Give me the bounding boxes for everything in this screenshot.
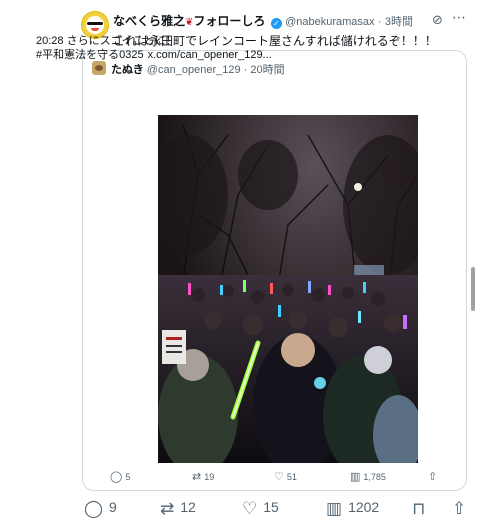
hashtag[interactable]: #平和憲法を守る0325 [36,49,144,61]
quoted-post-time: 20時間 [250,64,285,76]
repost-count: 12 [180,499,196,515]
views-icon: ▥ [350,471,361,483]
quoted-share-button[interactable]: ⇧ [428,470,440,483]
quoted-post-header: たぬき @can_opener_129 · 20時間 [111,61,285,77]
more-icon[interactable]: ⋯ [452,9,467,26]
repost-button[interactable]: ⇄ 12 [160,499,196,519]
protest-night-photo [158,115,418,463]
quoted-author-avatar[interactable] [92,61,106,75]
scrollbar[interactable] [471,267,475,311]
like-count: 15 [263,499,279,515]
quoted-reply-button[interactable]: ◯ 5 [110,470,130,483]
post-time[interactable]: 3時間 [385,16,413,28]
quoted-link[interactable]: x.com/can_opener_129... [148,49,272,61]
bookmark-icon: ⊓ [412,499,426,518]
quoted-author-name[interactable]: たぬき [111,64,144,76]
grok-icon[interactable]: ⊘ [432,12,443,28]
quoted-author-handle: @can_opener_129 [146,64,241,76]
author-handle[interactable]: @nabekuramasax [285,16,374,28]
avatar-glasses [87,22,103,25]
reply-icon: ◯ [84,499,104,518]
author-name[interactable]: なべくら雅之 [113,14,185,28]
quoted-text-line2: #平和憲法を守る0325 x.com/can_opener_129... [36,46,272,62]
reply-button[interactable]: ◯ 9 [84,499,117,519]
share-icon: ⇧ [452,499,467,518]
share-button[interactable]: ⇧ [452,499,472,519]
repost-icon: ⇄ [160,499,175,518]
repost-icon: ⇄ [192,471,202,483]
bookmark-button[interactable]: ⊓ [412,499,431,519]
views-icon: ▥ [326,499,343,518]
quoted-reply-count: 5 [125,472,131,482]
quoted-repost-button[interactable]: ⇄ 19 [192,470,214,483]
quoted-post-actions: ◯ 5 ⇄ 19 ♡ 51 ▥ 1,785 ⇧ [110,470,440,486]
quoted-repost-count: 19 [204,472,215,482]
author-name-suffix[interactable]: フォローしろ [193,14,265,28]
views-button[interactable]: ▥ 1202 [326,499,379,519]
verified-icon: ✓ [270,18,282,29]
post-header: なべくら雅之❦フォローしろ ✓ @nabekuramasax · 3時間 [113,12,413,29]
reply-icon: ◯ [110,471,123,483]
reply-count: 9 [109,499,117,515]
separator-dot: · [377,16,382,28]
like-button[interactable]: ♡ 15 [242,499,279,519]
share-icon: ⇧ [428,471,438,483]
quoted-like-count: 51 [286,472,297,482]
heart-icon: ♡ [242,499,258,518]
separator-dot: · [243,64,248,76]
quoted-views-button[interactable]: ▥ 1,785 [350,470,386,483]
heart-icon: ♡ [274,471,284,483]
views-count: 1202 [348,499,380,515]
quoted-views-count: 1,785 [363,472,386,482]
post-actions: ◯ 9 ⇄ 12 ♡ 15 ▥ 1202 ⊓ ⇧ [76,495,470,525]
quoted-photo[interactable] [158,115,418,463]
quoted-like-button[interactable]: ♡ 51 [274,470,297,483]
